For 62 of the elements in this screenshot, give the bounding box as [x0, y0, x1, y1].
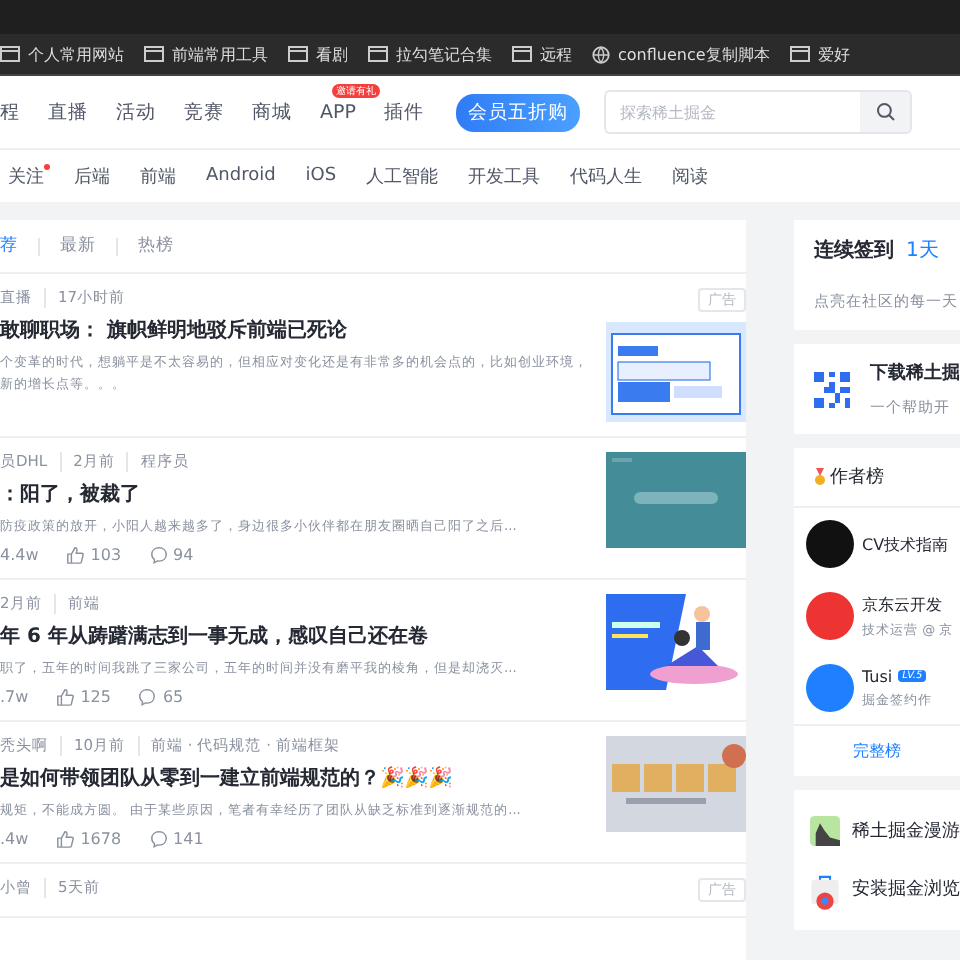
nav-link[interactable]: 直播: [48, 101, 88, 123]
full-ranking-link[interactable]: 完整榜: [794, 740, 960, 762]
comment-icon: [149, 830, 168, 848]
bookmark[interactable]: 看剧: [288, 43, 348, 65]
thumbs-up-icon: [56, 830, 75, 848]
nav-link[interactable]: 商城: [252, 101, 292, 123]
tag-link[interactable]: Android: [206, 166, 276, 186]
folder-icon: [0, 46, 20, 62]
nav-link[interactable]: 竞赛: [184, 101, 224, 123]
thumbs-up-icon: [56, 688, 75, 706]
view-count: 4.4w: [0, 546, 39, 564]
tag-link[interactable]: 代码人生: [570, 163, 643, 189]
folder-icon: [288, 46, 308, 62]
extra-link[interactable]: 安装掘金浏览: [852, 876, 960, 902]
bookmark[interactable]: 前端常用工具: [144, 43, 268, 65]
like-count: 103: [90, 546, 122, 564]
bookmark[interactable]: 爱好: [789, 43, 850, 65]
folder-icon: [144, 46, 164, 62]
like-count: 125: [80, 688, 111, 706]
tag-link[interactable]: 关注: [8, 163, 44, 189]
bookmark[interactable]: 远程: [512, 43, 572, 65]
folder-icon: [512, 46, 532, 62]
like-count: 1678: [80, 830, 122, 848]
author-avatar[interactable]: [806, 520, 854, 568]
bookmark[interactable]: confluence复制脚本: [592, 43, 770, 65]
nav-link[interactable]: 活动: [116, 101, 156, 123]
ranking-title: 作者榜: [830, 465, 884, 490]
tag-link[interactable]: 开发工具: [468, 163, 541, 189]
comment-icon: [149, 546, 168, 564]
author-name[interactable]: 京东云开发: [862, 593, 942, 615]
feed-tab[interactable]: 荐: [0, 237, 40, 255]
article-title[interactable]: ：阳了，被裁了: [0, 480, 594, 508]
extra-link[interactable]: 稀土掘金漫游: [852, 818, 960, 844]
globe-icon: [592, 45, 610, 63]
checkin-days: 1天: [906, 236, 939, 264]
view-count: .7w: [0, 688, 29, 706]
bookmark[interactable]: 个人常用网站: [0, 43, 124, 65]
author-name[interactable]: Tusi: [862, 667, 893, 685]
tag-link[interactable]: iOS: [305, 166, 337, 186]
tag-link[interactable]: 后端: [74, 163, 110, 189]
nav-link[interactable]: APP: [320, 101, 356, 123]
view-count: .4w: [0, 830, 29, 848]
author-name[interactable]: CV技术指南: [862, 533, 949, 555]
comment-count: 65: [162, 688, 184, 706]
article-title[interactable]: 敢聊职场： 旗帜鲜明地驳斥前端已死论: [0, 316, 594, 344]
comment-count: 94: [173, 546, 194, 564]
tag-link[interactable]: 前端: [140, 163, 176, 189]
folder-icon: [368, 46, 388, 62]
bookmark[interactable]: 拉勾笔记合集: [368, 43, 492, 65]
medal-icon: [814, 468, 826, 486]
tag-link[interactable]: 阅读: [672, 163, 709, 189]
article-title[interactable]: 是如何带领团队从零到一建立前端规范的？🎉🎉🎉: [0, 764, 594, 792]
article-title[interactable]: 年 6 年从踌躇满志到一事无成，感叹自己还在卷: [0, 622, 594, 650]
nav-link[interactable]: 插件: [383, 101, 424, 123]
download-title: 下载稀土掘: [870, 360, 960, 386]
thumbs-up-icon: [66, 546, 85, 564]
checkin-title: 连续签到: [814, 237, 894, 264]
nav-link[interactable]: 程: [0, 101, 20, 123]
comment-count: 141: [173, 830, 204, 848]
comment-icon: [138, 688, 157, 706]
tag-link[interactable]: 人工智能: [366, 163, 439, 189]
folder-icon: [789, 46, 810, 62]
